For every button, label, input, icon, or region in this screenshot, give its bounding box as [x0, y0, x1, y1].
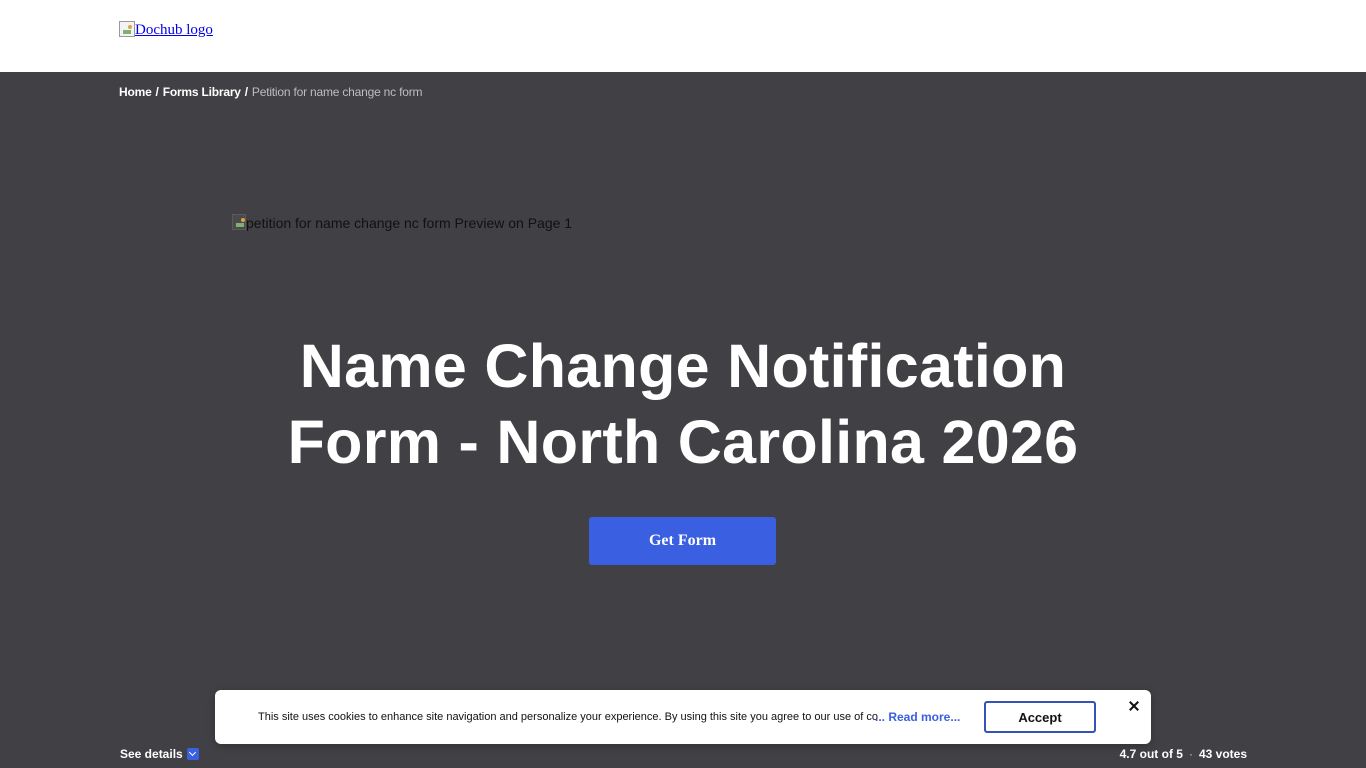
cookie-banner: This site uses cookies to enhance site n… [215, 690, 1151, 744]
preview-alt-text: petition for name change nc form Preview… [246, 215, 573, 231]
form-preview-image[interactable]: petition for name change nc form Preview… [232, 214, 572, 232]
breadcrumb-home[interactable]: Home [119, 84, 152, 100]
rating-separator: · [1188, 747, 1193, 761]
logo-alt-text[interactable]: Dochub logo [135, 21, 213, 39]
chevron-down-icon [186, 748, 199, 760]
broken-image-icon [232, 214, 246, 230]
see-details-toggle[interactable]: See details [120, 746, 199, 762]
cookie-text: This site uses cookies to enhance site n… [258, 711, 878, 723]
breadcrumb-current: Petition for name change nc form [251, 85, 423, 99]
site-header: Dochub logo [0, 0, 1366, 72]
rating-votes: 43 votes [1198, 747, 1247, 761]
close-icon[interactable] [1126, 698, 1142, 714]
see-details-label: See details [120, 747, 183, 761]
broken-image-icon [119, 21, 135, 37]
breadcrumb-separator: / [155, 85, 159, 99]
page-title-line-1: Name Change Notification [299, 332, 1067, 400]
breadcrumb-separator: / [244, 85, 248, 99]
get-form-button[interactable]: Get Form [589, 517, 776, 565]
rating-summary: 4.7 out of 5 · 43 votes [1120, 746, 1247, 762]
logo-link[interactable]: Dochub logo [119, 21, 213, 39]
breadcrumb: Home / Forms Library / Petition for name… [119, 84, 422, 100]
page-title: Name Change Notification Form - North Ca… [0, 328, 1366, 480]
page-title-line-2: Form - North Carolina 2026 [287, 408, 1079, 476]
cookie-read-more-link[interactable]: ... Read more... [875, 710, 960, 724]
cookie-accept-button[interactable]: Accept [984, 701, 1096, 733]
breadcrumb-forms-library[interactable]: Forms Library [163, 84, 241, 100]
rating-score: 4.7 out of 5 [1119, 747, 1183, 761]
